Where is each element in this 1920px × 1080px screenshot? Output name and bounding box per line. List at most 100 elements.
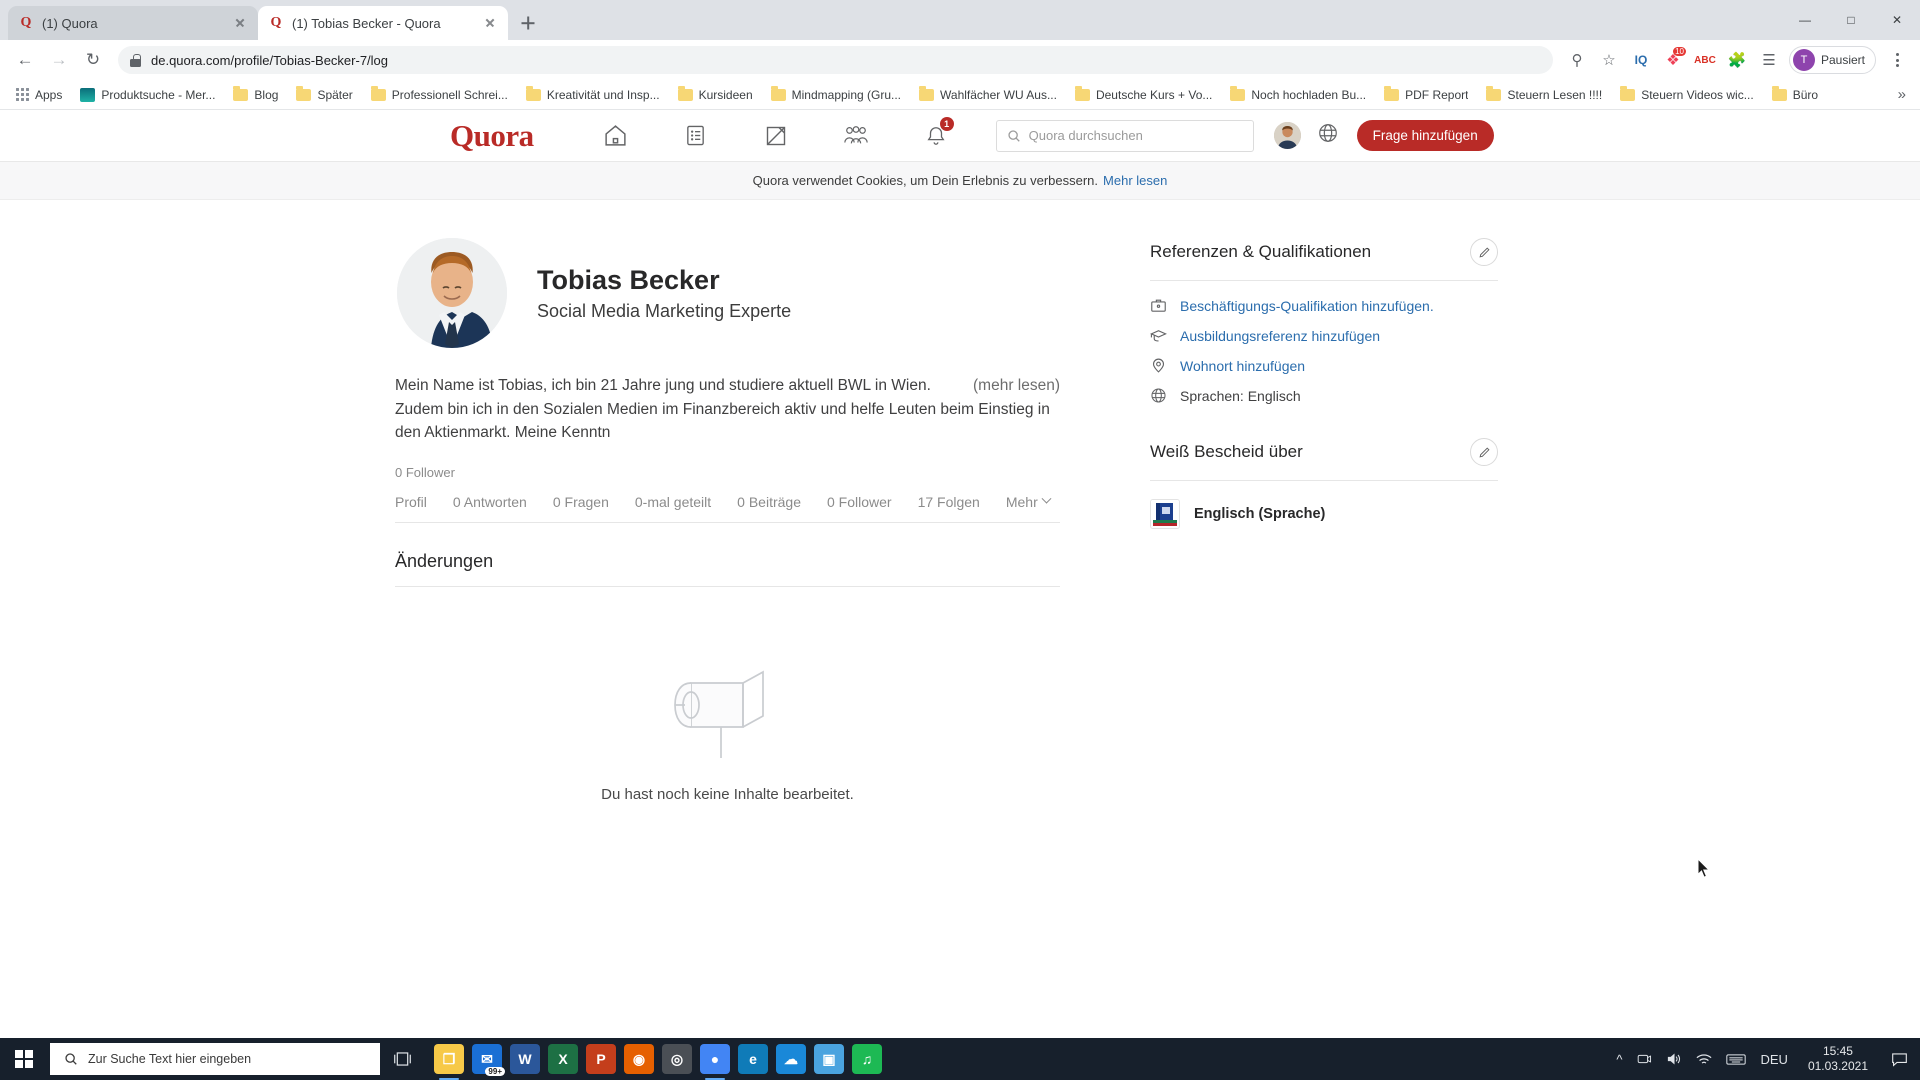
- profile-tab[interactable]: Profil: [395, 494, 427, 510]
- bookmark-item[interactable]: PDF Report: [1376, 85, 1476, 105]
- profile-tab[interactable]: 0 Beiträge: [737, 494, 801, 510]
- start-button[interactable]: [0, 1038, 48, 1080]
- folder-icon: [1074, 86, 1090, 101]
- profile-tab[interactable]: 0 Fragen: [553, 494, 609, 510]
- close-icon[interactable]: [482, 15, 498, 31]
- credential-employment[interactable]: Beschäftigungs-Qualifikation hinzufügen.: [1150, 297, 1498, 314]
- taskbar-search-box[interactable]: Zur Suche Text hier eingeben: [50, 1043, 380, 1075]
- nav-write[interactable]: [736, 114, 816, 158]
- new-tab-button[interactable]: [514, 9, 542, 37]
- spotify-icon[interactable]: ♫: [852, 1044, 882, 1074]
- bookmark-item[interactable]: Apps: [8, 85, 70, 105]
- profile-avatar[interactable]: [397, 238, 507, 348]
- keyboard-icon[interactable]: [1726, 1053, 1747, 1066]
- minimize-button[interactable]: —: [1782, 0, 1828, 40]
- search-icon: [65, 1053, 77, 1065]
- file-explorer-icon[interactable]: ❐: [434, 1044, 464, 1080]
- edge-icon[interactable]: e: [738, 1044, 768, 1074]
- taskbar-clock[interactable]: 15:45 01.03.2021: [1802, 1044, 1874, 1074]
- pencil-edit-icon[interactable]: [1470, 238, 1498, 266]
- folder-icon: [370, 86, 386, 101]
- quora-search-box[interactable]: Quora durchsuchen: [995, 119, 1254, 152]
- forward-button[interactable]: →: [44, 45, 74, 75]
- bookmark-item[interactable]: Blog: [225, 85, 286, 105]
- photos-icon[interactable]: ▣: [814, 1044, 844, 1074]
- topic-item[interactable]: Englisch (Sprache): [1150, 499, 1498, 529]
- close-window-button[interactable]: ✕: [1874, 0, 1920, 40]
- bookmark-item[interactable]: Mindmapping (Gru...: [763, 85, 909, 105]
- bookmark-item[interactable]: Steuern Videos wic...: [1612, 85, 1762, 105]
- onedrive-tray-icon[interactable]: [1636, 1052, 1652, 1066]
- back-button[interactable]: ←: [10, 45, 40, 75]
- bookmark-item[interactable]: Noch hochladen Bu...: [1222, 85, 1374, 105]
- profile-tab[interactable]: 0 Follower: [827, 494, 892, 510]
- bookmark-item[interactable]: Wahlfächer WU Aus...: [911, 85, 1065, 105]
- nav-notifications[interactable]: 1: [896, 114, 976, 158]
- bookmark-item[interactable]: Kursideen: [670, 85, 761, 105]
- tab-title: (1) Quora: [42, 15, 98, 31]
- profile-tab[interactable]: 0 Antworten: [453, 494, 527, 510]
- profile-tab-more[interactable]: Mehr: [1006, 494, 1052, 510]
- onedrive-icon[interactable]: ☁: [776, 1044, 806, 1074]
- pocket-extension-icon[interactable]: ❖ 10: [1659, 46, 1687, 74]
- cookie-more-link[interactable]: Mehr lesen: [1103, 173, 1167, 188]
- quora-logo[interactable]: Quora: [450, 120, 534, 151]
- maximize-button[interactable]: □: [1828, 0, 1874, 40]
- zoom-icon[interactable]: ⚲: [1563, 46, 1591, 74]
- puzzle-extension-icon[interactable]: 🧩: [1723, 46, 1751, 74]
- powerpoint-icon[interactable]: P: [586, 1044, 616, 1074]
- bookmark-item[interactable]: Büro: [1764, 85, 1826, 105]
- credential-location[interactable]: Wohnort hinzufügen: [1150, 357, 1498, 374]
- user-avatar[interactable]: [1273, 122, 1301, 149]
- bookmark-item[interactable]: Steuern Lesen !!!!: [1478, 85, 1610, 105]
- firefox-icon[interactable]: ◉: [624, 1044, 654, 1074]
- add-question-button[interactable]: Frage hinzufügen: [1356, 120, 1494, 151]
- bookmark-item[interactable]: Später: [288, 85, 360, 105]
- bookmark-item[interactable]: Produktsuche - Mer...: [72, 85, 223, 105]
- chrome-menu-button[interactable]: [1884, 46, 1910, 74]
- bookmark-item[interactable]: Deutsche Kurs + Vo...: [1067, 85, 1220, 105]
- language-globe-icon[interactable]: [1317, 122, 1339, 149]
- profile-tab[interactable]: 0-mal geteilt: [635, 494, 711, 510]
- book-topic-icon: [1150, 499, 1180, 529]
- credential-label: Wohnort hinzufügen: [1180, 357, 1306, 374]
- show-hidden-icons-chevron[interactable]: ^: [1616, 1052, 1622, 1067]
- reading-list-icon[interactable]: ☰: [1755, 46, 1783, 74]
- nav-spaces[interactable]: [816, 114, 896, 158]
- nav-answers[interactable]: [656, 114, 736, 158]
- browser-tab[interactable]: Q (1) Quora: [8, 6, 258, 40]
- taskbar-app-icons: ❐ ✉ 99+ W X P ◉ ◎ ● e ☁ ▣ ♫: [434, 1044, 882, 1080]
- mail-icon[interactable]: ✉ 99+: [472, 1044, 505, 1076]
- profile-main-column: Tobias Becker Social Media Marketing Exp…: [395, 238, 1060, 803]
- language-indicator[interactable]: DEU: [1760, 1052, 1787, 1067]
- pencil-edit-icon[interactable]: [1470, 438, 1498, 466]
- reload-button[interactable]: ↻: [78, 45, 108, 75]
- cookie-banner: Quora verwendet Cookies, um Dein Erlebni…: [0, 162, 1920, 200]
- address-bar[interactable]: de.quora.com/profile/Tobias-Becker-7/log: [118, 46, 1553, 74]
- close-icon[interactable]: [232, 15, 248, 31]
- iq-extension-icon[interactable]: IQ: [1627, 46, 1655, 74]
- nav-home[interactable]: [576, 114, 656, 158]
- bookmark-item[interactable]: Kreativität und Insp...: [518, 85, 668, 105]
- system-tray: ^ DEU 15:45 01.03.2021: [1616, 1038, 1920, 1080]
- excel-icon[interactable]: X: [548, 1044, 578, 1074]
- word-icon[interactable]: W: [510, 1044, 540, 1074]
- folder-icon: [296, 86, 312, 101]
- bookmarks-overflow-icon[interactable]: »: [1892, 86, 1912, 103]
- browser-tab-active[interactable]: Q (1) Tobias Becker - Quora: [258, 6, 508, 40]
- star-icon[interactable]: ☆: [1595, 46, 1623, 74]
- action-center-icon[interactable]: [1888, 1038, 1910, 1080]
- abc-extension-icon[interactable]: ABC: [1691, 46, 1719, 74]
- windows-logo-icon: [15, 1050, 33, 1068]
- chrome-icon[interactable]: ●: [700, 1044, 730, 1080]
- profile-tab[interactable]: 17 Folgen: [918, 494, 980, 510]
- credential-education[interactable]: Ausbildungsreferenz hinzufügen: [1150, 327, 1498, 344]
- chrome-profile-button[interactable]: T Pausiert: [1788, 46, 1876, 74]
- bookmark-item[interactable]: Professionell Schrei...: [363, 85, 516, 105]
- bio-more-link[interactable]: (mehr lesen): [973, 374, 1060, 398]
- wifi-icon[interactable]: [1696, 1053, 1712, 1066]
- volume-icon[interactable]: [1666, 1052, 1682, 1066]
- task-view-icon[interactable]: [380, 1051, 424, 1067]
- obs-icon[interactable]: ◎: [662, 1044, 692, 1074]
- credential-languages[interactable]: Sprachen: Englisch: [1150, 387, 1498, 404]
